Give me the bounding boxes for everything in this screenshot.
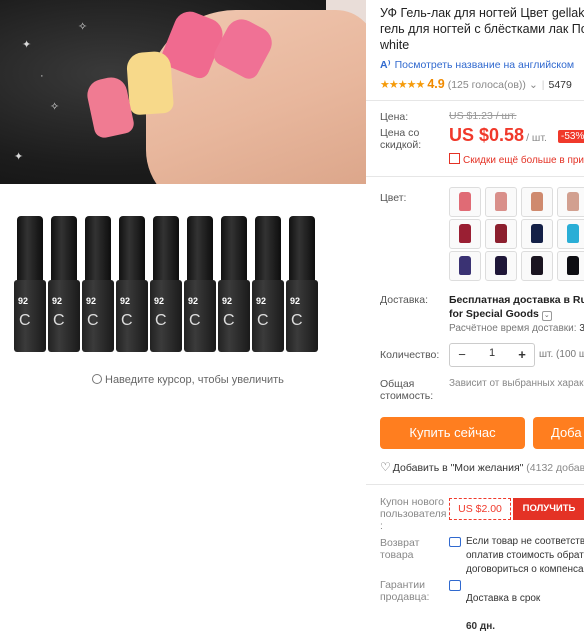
bottle-color-icon — [567, 192, 579, 211]
chevron-down-icon[interactable]: ⌄ — [529, 79, 538, 91]
product-gallery: ✦ ✧ ✦ ✧ · 92 C 92 C 92 C 92 C 92 C 92 C 92 C 92… — [0, 0, 366, 604]
bottle-color-icon — [531, 192, 543, 211]
rating-separator: | — [541, 79, 545, 91]
wishlist-count: (4132 добав — [526, 462, 584, 474]
discount-price-label: Цена со скидкой: — [380, 127, 422, 151]
sparkle-icon: · — [40, 70, 44, 82]
current-price: US $0.58/ шт. — [449, 125, 547, 145]
sparkle-icon: ✦ — [14, 151, 24, 163]
zoom-hint-text: Наведите курсор, чтобы увеличить — [105, 374, 284, 386]
quantity-input[interactable]: 1 — [480, 347, 504, 359]
total-value: Зависит от выбранных харак — [449, 378, 584, 389]
shipping-value[interactable]: Бесплатная доставка в Russ for Special G… — [449, 293, 584, 321]
color-swatch[interactable] — [557, 219, 584, 249]
color-label: Цвет: — [380, 192, 407, 204]
discount-badge: -53% — [558, 130, 584, 143]
bottle-8: 92 C — [252, 216, 284, 354]
add-to-cart-button[interactable]: Доба — [533, 417, 584, 449]
color-swatch[interactable] — [449, 251, 481, 281]
divider — [366, 100, 584, 101]
coupon-amount: US $2.00 — [449, 498, 511, 520]
shipping-estimate: Расчётное время доставки: 3 — [449, 323, 584, 334]
bottle-color-icon — [459, 224, 471, 243]
translate-icon: A⁾ — [380, 59, 391, 71]
color-swatch[interactable] — [521, 219, 553, 249]
quantity-note: шт. (100 ш — [539, 349, 584, 360]
chevron-down-icon[interactable]: ⌄ — [541, 311, 552, 321]
returns-label: Возврат товара — [380, 537, 420, 561]
returns-text: Если товар не соответству оплатив стоимо… — [466, 536, 584, 575]
color-swatch[interactable] — [485, 251, 517, 281]
shipping-label: Доставка: — [380, 294, 429, 306]
orders-count: 5479 — [548, 79, 572, 91]
bottle-color-icon — [495, 192, 507, 211]
quantity-stepper: − 1 + — [449, 343, 535, 367]
add-to-wishlist-link[interactable]: ♡ Добавить в "Мои желания" (4132 добав — [380, 460, 584, 474]
shield-icon — [449, 537, 461, 547]
color-swatch[interactable] — [485, 187, 517, 217]
get-coupon-button[interactable]: ПОЛУЧИТЬ — [513, 498, 584, 520]
bottle-3: 92 C — [82, 216, 114, 354]
divider — [366, 484, 584, 485]
color-swatch[interactable] — [521, 251, 553, 281]
bottle-color-icon — [567, 224, 579, 243]
qr-code-icon — [449, 153, 460, 164]
magnifier-icon — [92, 374, 102, 384]
total-label: Общая стоимость: — [380, 378, 434, 402]
divider — [366, 176, 584, 177]
color-swatch[interactable] — [449, 219, 481, 249]
translate-title-link[interactable]: A⁾ Посмотреть название на английском — [380, 59, 574, 71]
rating-row: ★★★★★ 4.9 (125 голоса(ов)) ⌄ | 5479 — [380, 77, 572, 91]
guarantee-text: Доставка в срок 60 дн. — [466, 593, 541, 632]
bottle-6: 92 C — [184, 216, 216, 354]
color-swatch[interactable] — [485, 219, 517, 249]
price-label: Цена: — [380, 111, 409, 123]
coupon-label: Купон нового пользователя : — [380, 496, 447, 532]
product-bottles-image[interactable]: 92 C 92 C 92 C 92 C 92 C 92 C 92 C 92 C 92 C — [6, 214, 346, 354]
bottle-color-icon — [531, 224, 543, 243]
bottle-color-icon — [459, 256, 471, 275]
bottle-color-icon — [495, 256, 507, 275]
bottle-9: 92 C — [286, 216, 318, 354]
color-swatch[interactable] — [557, 251, 584, 281]
color-swatch[interactable] — [557, 187, 584, 217]
quantity-increase-button[interactable]: + — [512, 345, 532, 365]
rating-stars-icon: ★★★★★ — [380, 79, 425, 91]
bottle-color-icon — [531, 256, 543, 275]
quantity-label: Количество: — [380, 349, 440, 361]
sparkle-icon: ✦ — [22, 39, 32, 51]
bottle-1: 92 C — [14, 216, 46, 354]
rating-score: 4.9 — [427, 77, 445, 91]
rating-votes-link[interactable]: (125 голоса(ов)) — [448, 79, 526, 91]
old-price: US $1.23 / шт. — [449, 110, 517, 122]
bottle-color-icon — [459, 192, 471, 211]
color-swatch[interactable] — [449, 187, 481, 217]
heart-icon: ♡ — [380, 460, 391, 474]
product-title: УФ Гель-лак для ногтей Цвет gellak гель … — [380, 6, 584, 52]
buy-now-button[interactable]: Купить сейчас — [380, 417, 525, 449]
bottle-5: 92 C — [150, 216, 182, 354]
delivery-icon — [449, 580, 461, 591]
zoom-hint: Наведите курсор, чтобы увеличить — [92, 373, 284, 386]
product-info-panel: УФ Гель-лак для ногтей Цвет gellak гель … — [366, 0, 584, 632]
product-main-image[interactable]: ✦ ✧ ✦ ✧ · — [0, 0, 366, 184]
color-swatch[interactable] — [521, 187, 553, 217]
bottle-4: 92 C — [116, 216, 148, 354]
bottle-color-icon — [567, 256, 579, 275]
bottle-color-icon — [495, 224, 507, 243]
hero-nail-2 — [125, 50, 175, 116]
bottle-7: 92 C — [218, 216, 250, 354]
sparkle-icon: ✧ — [50, 101, 60, 113]
sparkle-icon: ✧ — [78, 21, 88, 33]
quantity-decrease-button[interactable]: − — [452, 345, 472, 365]
guarantee-label: Гарантии продавца: — [380, 579, 430, 603]
bottle-2: 92 C — [48, 216, 80, 354]
app-promo-link[interactable]: Скидки ещё больше в прил — [449, 152, 584, 166]
